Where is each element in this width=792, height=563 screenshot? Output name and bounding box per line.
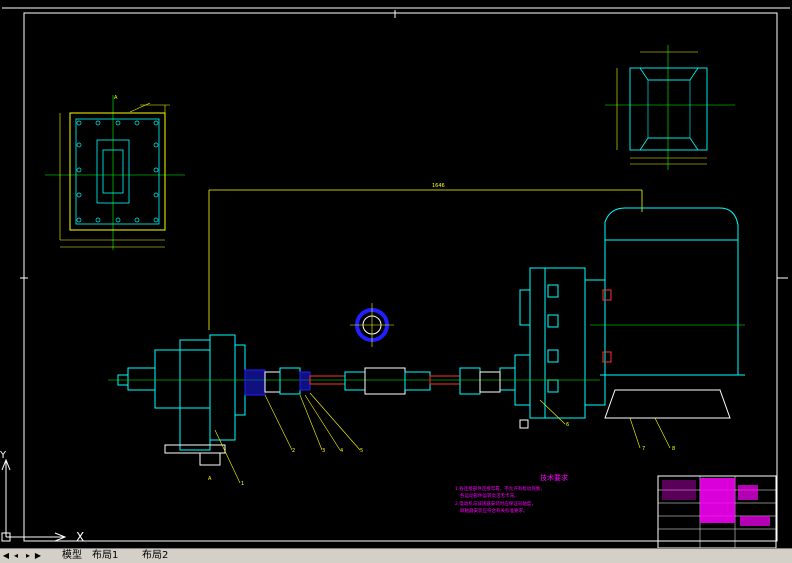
section-view [605, 45, 735, 170]
svg-text:2.电动机与减速器安装时应保证同轴度，: 2.电动机与减速器安装时应保证同轴度， [455, 500, 536, 507]
part-label-7: 7 [642, 446, 645, 452]
svg-text:A: A [114, 95, 118, 101]
tab-layout2[interactable]: 布局2 [142, 550, 168, 562]
tab-prev-icon[interactable]: ◂ [12, 551, 20, 560]
ucs-icon: X Y [0, 450, 84, 544]
drawing-frame [2, 7, 790, 542]
svg-text:各运动部件运转灵活无卡滞。: 各运动部件运转灵活无卡滞。 [460, 492, 519, 499]
layout-tab-bar: ◀ ◂ ▸ ▶ 模型 布局1 布局2 [0, 548, 792, 563]
tab-next-icon[interactable]: ▸ [24, 551, 32, 560]
part-leaders [214, 392, 671, 484]
tab-last-icon[interactable]: ▶ [34, 551, 42, 560]
title-block [657, 475, 777, 548]
part-label-1: 1 [241, 481, 244, 487]
ucs-y-label: Y [0, 450, 7, 461]
tab-first-icon[interactable]: ◀ [2, 551, 10, 560]
svg-text:1.各连接部件连接牢靠，不允许有松动现象，: 1.各连接部件连接牢靠，不允许有松动现象， [455, 485, 545, 492]
tab-model[interactable]: 模型 [62, 550, 82, 562]
svg-text:联轴器安装应符合有关标准要求。: 联轴器安装应符合有关标准要求。 [460, 507, 528, 514]
part-label-5: 5 [360, 448, 363, 454]
drawing-canvas[interactable]: A 1646 1 2 3 4 5 6 7 8 A 技术要求 1.各连接部件连接牢… [0, 0, 792, 548]
motor [590, 207, 745, 419]
view-label: A [208, 476, 212, 482]
technical-requirements: 技术要求 1.各连接部件连接牢靠，不允许有松动现象， 各运动部件运转灵活无卡滞。… [455, 473, 568, 514]
tech-req-title: 技术要求 [540, 473, 568, 482]
tab-layout1[interactable]: 布局1 [92, 550, 118, 562]
part-label-4: 4 [340, 448, 343, 454]
part-label-3: 3 [322, 448, 325, 454]
part-label-6: 6 [566, 422, 569, 428]
svg-text:1646: 1646 [432, 183, 445, 189]
coupling-shaft [244, 367, 501, 396]
coupling-detail [350, 303, 394, 347]
gearbox [499, 267, 612, 429]
part-label-2: 2 [292, 448, 295, 454]
overall-dimension: 1646 [208, 183, 643, 330]
part-label-8: 8 [672, 446, 675, 452]
plan-view-a: A [45, 95, 185, 250]
ucs-x-label: X [76, 530, 84, 544]
